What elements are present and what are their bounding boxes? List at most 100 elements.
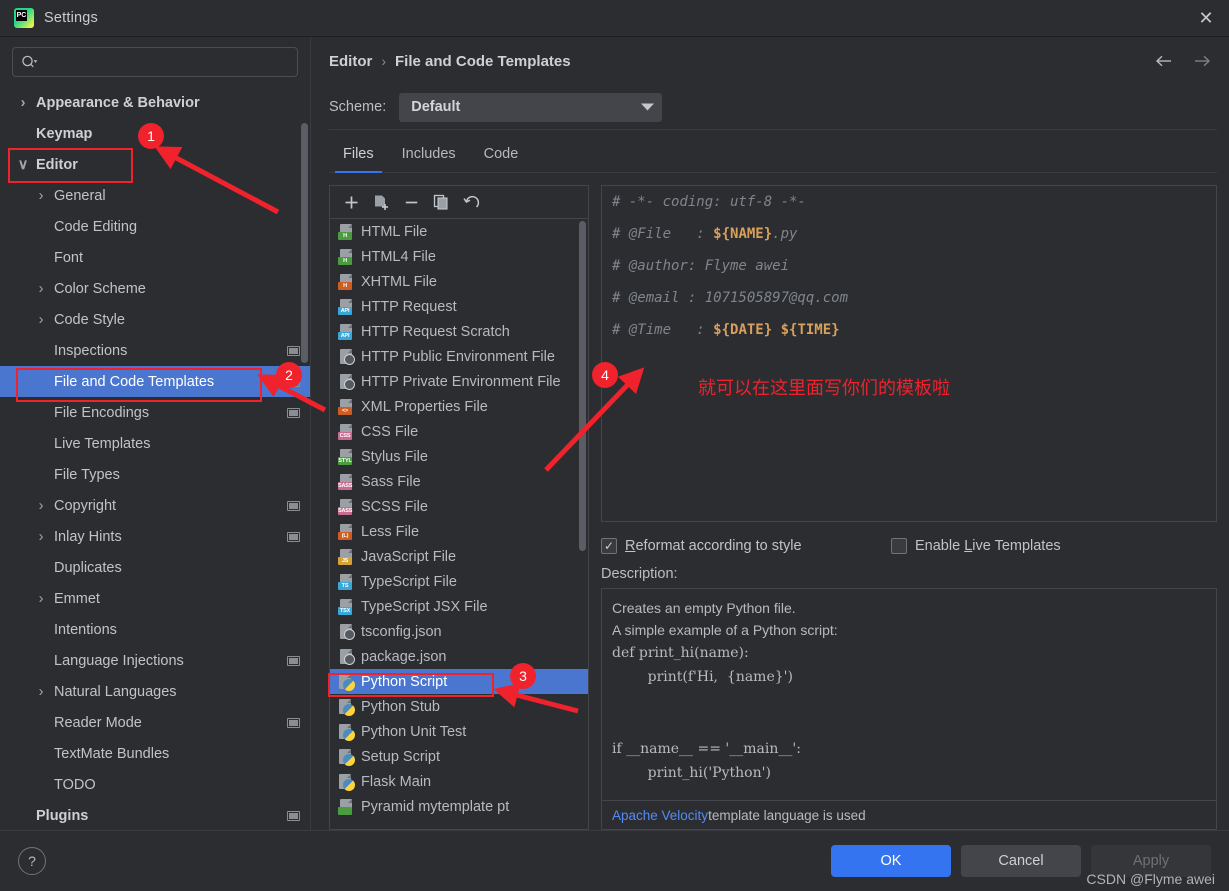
annotation-text-cn: 就可以在这里面写你们的模板啦 [698, 378, 950, 399]
chevron-right-icon[interactable]: › [34, 281, 48, 297]
sidebar-item-editor[interactable]: ∨ Editor [0, 149, 310, 180]
arrow-left-icon[interactable] [1153, 50, 1175, 72]
list-item-label: XHTML File [361, 273, 437, 290]
sidebar-item-color-scheme[interactable]: › Color Scheme [0, 273, 310, 304]
templates-list[interactable]: H HTML File H HTML4 File H XHTML File API HTTP … [329, 218, 589, 830]
file-html4-icon: H [338, 248, 354, 265]
sidebar-item-intentions[interactable]: ›Intentions [0, 614, 310, 645]
list-item[interactable]: tsconfig.json [330, 619, 588, 644]
template-variable: ${DATE} ${TIME} [713, 322, 840, 338]
chevron-right-icon[interactable]: › [34, 312, 48, 328]
create-child-template-button[interactable] [368, 189, 394, 215]
sidebar-item-natural-languages[interactable]: › Natural Languages [0, 676, 310, 707]
sidebar-item-duplicates[interactable]: ›Duplicates [0, 552, 310, 583]
chevron-right-icon[interactable]: › [34, 498, 48, 514]
list-item[interactable]: package.json [330, 644, 588, 669]
chevron-right-icon[interactable]: › [34, 591, 48, 607]
sidebar-item-label: Natural Languages [54, 683, 177, 700]
list-item[interactable]: JS JavaScript File [330, 544, 588, 569]
list-item[interactable]: TSX TypeScript JSX File [330, 594, 588, 619]
settings-tree[interactable]: ›Appearance & Behavior›Keymap∨Editor›Gen… [0, 85, 310, 830]
sidebar-item-code-style[interactable]: › Code Style [0, 304, 310, 335]
file-python-icon [338, 723, 355, 741]
reset-template-button[interactable] [458, 189, 484, 215]
sidebar-item-live-templates[interactable]: ›Live Templates [0, 428, 310, 459]
sidebar-item-plugins[interactable]: ›Plugins [0, 800, 310, 830]
sidebar-item-file-encodings[interactable]: ›File Encodings [0, 397, 310, 428]
reformat-checkbox[interactable]: ✓ Reformat according to style [601, 538, 891, 554]
list-item[interactable]: H XHTML File [330, 269, 588, 294]
arrow-right-icon[interactable] [1191, 50, 1213, 72]
sidebar-item-inlay-hints[interactable]: › Inlay Hints [0, 521, 310, 552]
help-icon[interactable]: ? [18, 847, 46, 875]
list-item[interactable]: Python Script [330, 669, 588, 694]
template-code-editor[interactable]: # -*- coding: utf-8 -*- # @File : ${NAME}… [601, 185, 1217, 522]
sidebar-item-file-types[interactable]: ›File Types [0, 459, 310, 490]
sidebar-item-file-and-code-templates[interactable]: ›File and Code Templates [0, 366, 310, 397]
list-item[interactable]: <> XML Properties File [330, 394, 588, 419]
list-item[interactable]: CSS CSS File [330, 419, 588, 444]
list-item-label: SCSS File [361, 498, 428, 515]
description-code-line: def print_hi(name): [612, 645, 749, 661]
sidebar-item-textmate-bundles[interactable]: ›TextMate Bundles [0, 738, 310, 769]
list-item-label: TypeScript JSX File [361, 598, 488, 615]
list-item-label: HTTP Request Scratch [361, 323, 510, 340]
template-variable: ${NAME} [713, 226, 773, 242]
sidebar-item-font[interactable]: ›Font [0, 242, 310, 273]
velocity-link[interactable]: Apache Velocity [612, 808, 708, 823]
chevron-right-icon[interactable]: › [34, 529, 48, 545]
tab-code[interactable]: Code [470, 136, 533, 172]
templates-scrollbar[interactable] [579, 221, 586, 551]
file-pyramid-icon [338, 798, 354, 815]
chevron-down-icon[interactable]: ∨ [16, 157, 30, 173]
sidebar-item-code-editing[interactable]: ›Code Editing [0, 211, 310, 242]
sidebar-item-emmet[interactable]: › Emmet [0, 583, 310, 614]
scheme-dropdown[interactable]: Default [399, 92, 663, 122]
chevron-right-icon[interactable]: › [16, 95, 30, 111]
sidebar-item-copyright[interactable]: › Copyright [0, 490, 310, 521]
live-templates-checkbox[interactable]: Enable Live Templates [891, 538, 1061, 554]
remove-template-button[interactable] [398, 189, 424, 215]
list-item[interactable]: STYL Stylus File [330, 444, 588, 469]
sidebar-item-general[interactable]: › General [0, 180, 310, 211]
list-item[interactable]: H HTML4 File [330, 244, 588, 269]
tab-bar[interactable]: Files Includes Code [329, 130, 1217, 173]
list-item[interactable]: (L) Less File [330, 519, 588, 544]
sidebar-item-language-injections[interactable]: ›Language Injections [0, 645, 310, 676]
sidebar-item-appearance-behavior[interactable]: › Appearance & Behavior [0, 87, 310, 118]
tab-includes[interactable]: Includes [388, 136, 470, 172]
close-icon[interactable]: ✕ [1183, 0, 1229, 36]
search-input[interactable] [12, 47, 298, 77]
cancel-button[interactable]: Cancel [961, 845, 1081, 877]
sidebar-item-keymap[interactable]: ›Keymap [0, 118, 310, 149]
list-item[interactable]: Flask Main [330, 769, 588, 794]
list-item[interactable]: Python Unit Test [330, 719, 588, 744]
list-item[interactable]: Python Stub [330, 694, 588, 719]
list-item[interactable]: HTTP Public Environment File [330, 344, 588, 369]
sidebar-scrollbar[interactable] [301, 123, 308, 363]
list-item[interactable]: Setup Script [330, 744, 588, 769]
code-text: # @Time : [612, 322, 714, 338]
sidebar-item-reader-mode[interactable]: ›Reader Mode [0, 707, 310, 738]
list-item-label: TypeScript File [361, 573, 457, 590]
apply-button[interactable]: Apply [1091, 845, 1211, 877]
ok-button[interactable]: OK [831, 845, 951, 877]
list-item-label: HTTP Public Environment File [361, 348, 555, 365]
list-item-label: Stylus File [361, 448, 428, 465]
list-item[interactable]: API HTTP Request [330, 294, 588, 319]
list-item[interactable]: H HTML File [330, 219, 588, 244]
copy-template-button[interactable] [428, 189, 454, 215]
breadcrumb-parent[interactable]: Editor [329, 53, 372, 70]
list-item[interactable]: HTTP Private Environment File [330, 369, 588, 394]
tab-files[interactable]: Files [329, 136, 388, 173]
chevron-right-icon[interactable]: › [34, 684, 48, 700]
list-item[interactable]: API HTTP Request Scratch [330, 319, 588, 344]
list-item[interactable]: Pyramid mytemplate pt [330, 794, 588, 819]
list-item[interactable]: TS TypeScript File [330, 569, 588, 594]
list-item[interactable]: SASS Sass File [330, 469, 588, 494]
sidebar-item-todo[interactable]: ›TODO [0, 769, 310, 800]
chevron-right-icon[interactable]: › [34, 188, 48, 204]
list-item[interactable]: SASS SCSS File [330, 494, 588, 519]
add-template-button[interactable] [338, 189, 364, 215]
sidebar-item-inspections[interactable]: ›Inspections [0, 335, 310, 366]
